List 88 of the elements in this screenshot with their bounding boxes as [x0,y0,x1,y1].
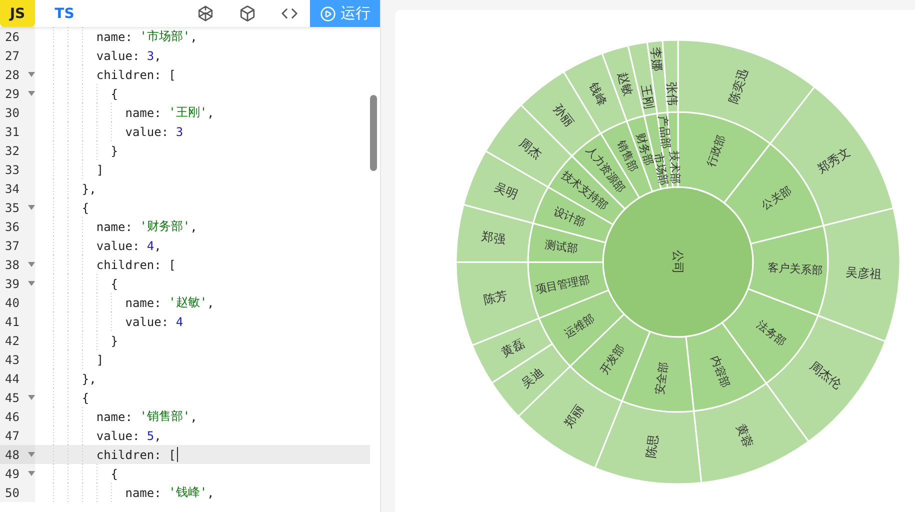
person-label: 黄蓉 [734,422,756,450]
line-number: 43 [4,352,20,366]
department-label: 项目管理部 [534,272,591,296]
code-line: name: '王刚', [35,103,214,122]
code-line: name: '钱峰', [35,483,214,502]
person-label: 钱峰 [586,80,610,108]
fold-caret-icon[interactable] [28,72,35,77]
line-number: 40 [4,296,20,310]
department-label: 安全部 [653,361,670,396]
person-label: 李娜 [648,46,665,72]
line-number: 44 [4,372,20,386]
line-number: 49 [4,466,20,480]
line-number: 26 [4,30,20,44]
line-number: 39 [4,276,20,290]
code-line: name: '销售部', [35,407,198,426]
fold-caret-icon[interactable] [28,262,35,267]
code-line: name: '财务部', [35,217,198,236]
department-label: 公关部 [759,183,794,212]
department-label: 技术部 [668,150,682,184]
department-label: 产品部 [656,115,673,150]
person-label: 吴明 [492,180,520,202]
person-label: 赵敏 [615,70,636,98]
code-line: value: 3 [35,122,184,141]
line-number: 28 [4,68,20,82]
department-label: 行政部 [704,133,728,169]
center-label: 公司 [671,250,685,274]
language-tab[interactable]: JS [0,0,35,27]
code-line: value: 4 [35,312,184,331]
line-number: 41 [4,314,20,328]
code-line: name: '赵敏', [35,293,214,312]
person-label: 王刚 [638,84,656,110]
person-label: 郑强 [480,229,506,246]
line-number: 46 [4,410,20,424]
text-cursor [176,447,178,462]
code-line: }, [35,369,96,388]
department-label: 设计部 [552,204,588,230]
code-line: value: 4, [35,236,162,255]
line-number: 36 [4,220,20,234]
line-number: 37 [4,238,20,252]
code-line: children: [ [35,65,176,84]
line-number: 33 [4,162,20,176]
line-number: 27 [4,48,20,62]
person-label: 孙丽 [550,102,576,130]
line-number: 35 [4,200,20,214]
code-line: }, [35,179,96,198]
person-label: 吴彦祖 [845,265,882,282]
language-tab[interactable]: TS [47,0,82,27]
fold-caret-icon[interactable] [28,395,35,400]
fold-caret-icon[interactable] [28,91,35,96]
person-label: 吴迪 [518,364,546,391]
line-number: 31 [4,124,20,138]
department-label: 法务部 [754,318,788,349]
fold-caret-icon[interactable] [28,471,35,476]
scrollbar-thumb[interactable] [370,95,377,171]
fold-caret-icon[interactable] [28,281,35,286]
department-label: 客户关系部 [767,260,824,278]
person-label: 郑丽 [562,402,587,430]
line-number: 30 [4,106,20,120]
fold-caret-icon[interactable] [28,452,35,457]
line-number: 50 [4,486,20,500]
person-label: 黄磊 [499,336,527,360]
line-number: 47 [4,428,20,442]
code-line: children: [ [35,445,178,464]
department-label: 测试部 [544,238,579,256]
person-label: 陈思 [644,433,661,460]
person-label: 周杰 [516,136,544,162]
person-label: 周杰伦 [807,358,844,392]
play-circle-icon [320,6,336,22]
fold-caret-icon[interactable] [28,205,35,210]
line-number: 32 [4,144,20,158]
line-number: 38 [4,258,20,272]
line-number: 29 [4,86,20,100]
line-number: 48 [4,448,20,462]
department-label: 运维部 [562,312,597,340]
person-label: 陈芳 [482,288,509,307]
person-label: 陈奕迅 [726,66,751,106]
code-line: name: '市场部', [35,27,198,46]
line-number: 45 [4,390,20,404]
department-label: 开发部 [598,342,627,377]
code-line: value: 5, [35,426,162,445]
line-number: 42 [4,334,20,348]
code-line: value: 3, [35,46,162,65]
person-label: 张伟 [664,82,680,106]
run-button[interactable]: 运行 [310,0,380,27]
person-label: 郑秀文 [815,144,853,176]
department-label: 内容部 [708,354,732,390]
code-line: children: [ [35,255,176,274]
line-number: 34 [4,182,20,196]
